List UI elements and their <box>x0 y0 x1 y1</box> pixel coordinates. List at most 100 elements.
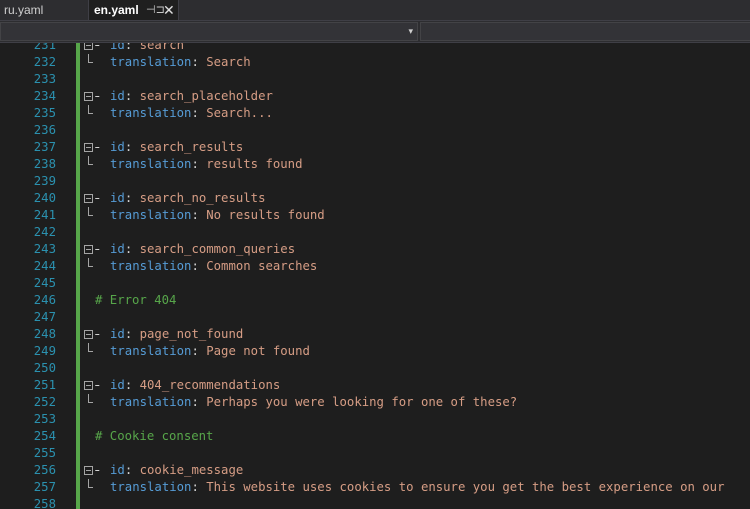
line-number: 252 <box>33 395 56 409</box>
tab-label: ru.yaml <box>4 3 44 17</box>
navigation-dropdown[interactable]: ▾ <box>0 22 418 41</box>
code-text: id: search_no_results <box>110 190 265 207</box>
code-editor[interactable]: 231 - id: search 232 translation: Search 233… <box>0 43 750 509</box>
yaml-colon: : <box>191 395 199 409</box>
code-line: 256 - id: cookie_message <box>0 462 750 479</box>
yaml-value: No results found <box>206 208 325 222</box>
line-number: 243 <box>33 242 56 256</box>
yaml-value: search <box>139 43 185 52</box>
yaml-value: Search... <box>206 106 273 120</box>
line-number: 232 <box>33 55 56 69</box>
yaml-key: id <box>110 89 125 103</box>
yaml-comment: # Error 404 <box>95 293 177 307</box>
tab-ru-yaml[interactable]: ru.yaml <box>0 0 87 20</box>
pin-icon[interactable]: ⊣⊐ <box>146 0 165 20</box>
code-line: 231 - id: search <box>0 43 750 54</box>
fold-collapse-icon[interactable] <box>84 92 93 101</box>
yaml-colon: : <box>191 259 199 273</box>
tab-en-yaml[interactable]: en.yaml ⊣⊐ ✕ <box>88 0 179 20</box>
yaml-colon: : <box>124 140 133 154</box>
code-text: translation: Search... <box>110 105 273 122</box>
fold-collapse-icon[interactable] <box>84 194 93 203</box>
line-number: 237 <box>33 140 56 154</box>
code-line: 233 <box>0 71 750 88</box>
code-line: 252 translation: Perhaps you were looking… <box>0 394 750 411</box>
fold-collapse-icon[interactable] <box>84 43 93 50</box>
yaml-value: Common searches <box>206 259 318 273</box>
yaml-value: page_not_found <box>139 327 244 341</box>
fold-collapse-icon[interactable] <box>84 245 93 254</box>
line-number: 234 <box>33 89 56 103</box>
yaml-comment: # Cookie consent <box>95 429 214 443</box>
document-tab-bar: ru.yaml en.yaml ⊣⊐ ✕ <box>0 0 750 21</box>
yaml-dash: - <box>94 242 109 256</box>
yaml-key: id <box>110 327 125 341</box>
line-number: 239 <box>33 174 56 188</box>
yaml-colon: : <box>124 242 133 256</box>
yaml-colon: : <box>191 157 199 171</box>
yaml-dash: - <box>94 191 109 205</box>
yaml-key: translation <box>110 106 192 120</box>
code-text: id: search <box>110 43 184 54</box>
code-line: 245 <box>0 275 750 292</box>
code-text: id: page_not_found <box>110 326 243 343</box>
code-line: 240 - id: search_no_results <box>0 190 750 207</box>
yaml-value: search_no_results <box>139 191 266 205</box>
yaml-colon: : <box>124 191 133 205</box>
line-number: 254 <box>33 429 56 443</box>
line-number: 233 <box>33 72 56 86</box>
code-line: 232 translation: Search <box>0 54 750 71</box>
code-line: 236 <box>0 122 750 139</box>
fold-guide <box>88 258 93 267</box>
yaml-dash: - <box>94 378 109 392</box>
code-line: 244 translation: Common searches <box>0 258 750 275</box>
yaml-colon: : <box>124 463 133 477</box>
yaml-colon: : <box>191 55 199 69</box>
yaml-colon: : <box>124 89 133 103</box>
line-number: 251 <box>33 378 56 392</box>
code-text: translation: No results found <box>110 207 325 224</box>
yaml-key: id <box>110 191 125 205</box>
code-line: 241 translation: No results found <box>0 207 750 224</box>
code-text: id: 404_recommendations <box>110 377 280 394</box>
code-line: 255 <box>0 445 750 462</box>
navigation-bar: ▾ <box>0 21 750 43</box>
yaml-key: translation <box>110 344 192 358</box>
line-number: 247 <box>33 310 56 324</box>
code-text: id: cookie_message <box>110 462 243 479</box>
line-number: 253 <box>33 412 56 426</box>
yaml-dash: - <box>94 43 109 52</box>
fold-guide <box>88 156 93 165</box>
fold-collapse-icon[interactable] <box>84 330 93 339</box>
code-line: 250 <box>0 360 750 377</box>
line-number: 250 <box>33 361 56 375</box>
yaml-value: search_results <box>139 140 244 154</box>
yaml-colon: : <box>191 106 199 120</box>
code-line: 253 <box>0 411 750 428</box>
yaml-colon: : <box>124 378 133 392</box>
line-number: 257 <box>33 480 56 494</box>
yaml-key: translation <box>110 157 192 171</box>
code-line: 239 <box>0 173 750 190</box>
code-line: 247 <box>0 309 750 326</box>
fold-collapse-icon[interactable] <box>84 143 93 152</box>
yaml-value: results found <box>206 157 303 171</box>
yaml-value: Page not found <box>206 344 310 358</box>
yaml-value: This website uses cookies to ensure you … <box>206 480 725 494</box>
line-number: 235 <box>33 106 56 120</box>
member-dropdown[interactable] <box>420 22 750 41</box>
yaml-value: Search <box>206 55 251 69</box>
yaml-colon: : <box>124 327 133 341</box>
code-line: 257 translation: This website uses cookie… <box>0 479 750 496</box>
chevron-down-icon: ▾ <box>408 26 413 36</box>
yaml-value: cookie_message <box>139 463 244 477</box>
tab-label: en.yaml <box>94 3 139 17</box>
line-number: 249 <box>33 344 56 358</box>
line-number: 236 <box>33 123 56 137</box>
code-line: 234 - id: search_placeholder <box>0 88 750 105</box>
fold-collapse-icon[interactable] <box>84 381 93 390</box>
fold-collapse-icon[interactable] <box>84 466 93 475</box>
line-number: 248 <box>33 327 56 341</box>
close-icon[interactable]: ✕ <box>163 0 175 20</box>
code-line: 238 translation: results found <box>0 156 750 173</box>
